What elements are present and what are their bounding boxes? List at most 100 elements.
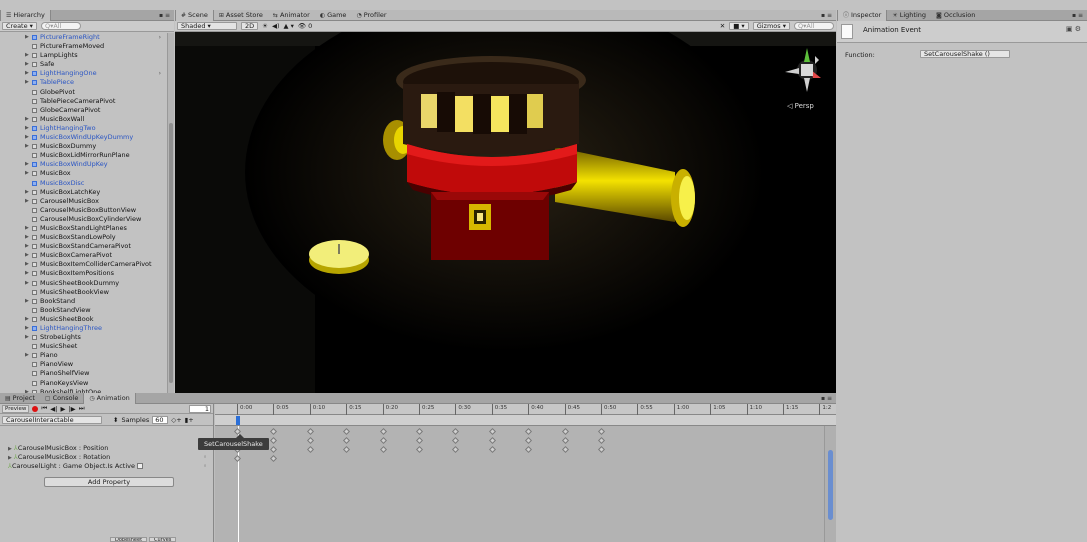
keyframe-diamond[interactable]: [306, 445, 314, 454]
audio-toggle-icon[interactable]: ◀): [272, 22, 280, 30]
hierarchy-item[interactable]: ▶ Piano: [0, 351, 167, 360]
keyframe-diamond[interactable]: [270, 445, 278, 454]
effects-icon[interactable]: ▲ ▾: [284, 22, 294, 30]
hierarchy-item[interactable]: ▶ TablePiece: [0, 78, 167, 87]
hierarchy-item[interactable]: ▶ LightHangingThree: [0, 324, 167, 333]
hierarchy-item[interactable]: ▶ MusicBoxWindUpKeyDummy: [0, 133, 167, 142]
animated-property-row[interactable]: ▶ ⅄CarouselMusicBox : Rotation ◦: [0, 453, 213, 462]
keyframe-diamond[interactable]: [525, 436, 533, 445]
2d-toggle-button[interactable]: 2D: [241, 22, 259, 30]
tab-hierarchy[interactable]: ☰ Hierarchy: [0, 10, 51, 21]
hierarchy-item[interactable]: ▶ MusicBoxCameraPivot: [0, 251, 167, 260]
function-dropdown[interactable]: SetCarouselShake (): [920, 50, 1010, 58]
tab-profiler[interactable]: ◔ Profiler: [351, 10, 391, 21]
expand-arrow-icon[interactable]: ▶: [25, 69, 29, 78]
expand-arrow-icon[interactable]: ▶: [25, 315, 29, 324]
expand-arrow-icon[interactable]: ▶: [25, 160, 29, 169]
keyframe-diamond[interactable]: [597, 436, 606, 445]
hierarchy-item[interactable]: ▶ MusicBoxLatchKey: [0, 188, 167, 197]
hierarchy-item[interactable]: PictureFrameMoved: [0, 42, 167, 51]
hierarchy-item[interactable]: ▶ CarouselMusicBox: [0, 197, 167, 206]
animated-property-row[interactable]: ⅄CarouselLight : Game Object.Is Active ◦: [0, 462, 213, 471]
expand-arrow-icon[interactable]: ▶: [25, 224, 29, 233]
panel-menu-icon[interactable]: ▪ ≡: [821, 395, 836, 402]
add-keyframe-icon[interactable]: ◇+: [171, 416, 181, 424]
expand-arrow-icon[interactable]: ▶: [25, 333, 29, 342]
hierarchy-item[interactable]: MusicBoxDisc: [0, 179, 167, 188]
tab-lighting[interactable]: ☀ Lighting: [887, 10, 931, 21]
tab-dopesheet[interactable]: Dopesheet: [110, 537, 148, 542]
expand-arrow-icon[interactable]: ▶: [25, 115, 29, 124]
hierarchy-item[interactable]: MusicBoxLidMirrorRunPlane: [0, 151, 167, 160]
tab-animator[interactable]: ⇆ Animator: [268, 10, 315, 21]
hierarchy-item[interactable]: CarouselMusicBoxCylinderView: [0, 215, 167, 224]
expand-arrow-icon[interactable]: ▶: [25, 33, 29, 42]
hierarchy-item[interactable]: ▶ MusicBoxStandLowPoly: [0, 233, 167, 242]
expand-arrow-icon[interactable]: ▶: [25, 233, 29, 242]
scrollbar-thumb[interactable]: [169, 123, 173, 383]
tab-scene[interactable]: # Scene: [175, 10, 214, 21]
animation-event-marker[interactable]: [236, 416, 240, 425]
samples-dropdown-arrow[interactable]: ⬍: [113, 416, 118, 424]
record-icon[interactable]: [32, 405, 39, 412]
keyframe-diamond[interactable]: [452, 445, 460, 454]
add-property-button[interactable]: Add Property: [44, 477, 174, 487]
keyframe-diamond[interactable]: [379, 445, 387, 454]
gizmos-dropdown[interactable]: Gizmos ▾: [752, 22, 790, 30]
clip-dropdown[interactable]: CarouselInteractable: [2, 416, 102, 424]
keyframe-diamond[interactable]: [306, 427, 314, 436]
hierarchy-item[interactable]: ▶ MusicBoxWall: [0, 115, 167, 124]
hierarchy-item[interactable]: CarouselMusicBoxButtonView: [0, 206, 167, 215]
dopesheet[interactable]: 0:00 0:05 0:10 0:15 0:20 0:25 0:30 0:35 0:40 0:45…: [215, 404, 836, 542]
hierarchy-item[interactable]: MusicSheet: [0, 342, 167, 351]
active-checkbox[interactable]: [137, 463, 143, 469]
event-row[interactable]: [215, 415, 836, 426]
keyframe-diamond[interactable]: [379, 436, 387, 445]
tab-occlusion[interactable]: ◙ Occlusion: [931, 10, 980, 21]
keyframe-diamond[interactable]: [270, 427, 278, 436]
keyframe-diamond[interactable]: [488, 427, 496, 436]
scene-viewport[interactable]: ◁ Persp: [175, 32, 836, 393]
hierarchy-item[interactable]: MusicSheetBookView: [0, 288, 167, 297]
hierarchy-item[interactable]: ▶ Safe: [0, 60, 167, 69]
expand-arrow-icon[interactable]: ▶: [25, 269, 29, 278]
keyframe-diamond[interactable]: [343, 436, 351, 445]
hierarchy-item[interactable]: GlobeCameraPivot: [0, 106, 167, 115]
expand-arrow-icon[interactable]: ▶: [25, 242, 29, 251]
tab-asset-store[interactable]: ⊞ Asset Store: [214, 10, 268, 21]
samples-input[interactable]: 60: [152, 416, 169, 424]
expand-arrow-icon[interactable]: ▶: [25, 197, 29, 206]
chevron-right-icon[interactable]: ›: [159, 69, 161, 78]
hierarchy-item[interactable]: ▶ BookStand: [0, 297, 167, 306]
hierarchy-item[interactable]: TablePieceCameraPivot: [0, 97, 167, 106]
expand-arrow-icon[interactable]: ▶: [25, 324, 29, 333]
keyframe-diamond[interactable]: [343, 427, 351, 436]
tab-project[interactable]: ▤ Project: [0, 393, 40, 404]
tab-console[interactable]: ▢ Console: [40, 393, 83, 404]
tools-icon[interactable]: ✕: [720, 22, 725, 30]
last-key-icon[interactable]: ⏭: [79, 404, 85, 413]
keyframe-area[interactable]: [215, 426, 824, 542]
hierarchy-item[interactable]: PianoKeysView: [0, 379, 167, 388]
keyframe-diamond[interactable]: [597, 427, 606, 436]
play-icon[interactable]: ▶: [60, 405, 65, 413]
expand-arrow-icon[interactable]: ▶: [25, 188, 29, 197]
expand-arrow-icon[interactable]: ▶: [25, 260, 29, 269]
keyframe-diamond[interactable]: [452, 436, 460, 445]
expand-arrow-icon[interactable]: ▶: [8, 446, 12, 452]
keyframe-diamond[interactable]: [233, 454, 242, 463]
scrollbar-thumb[interactable]: [828, 450, 833, 520]
hierarchy-item[interactable]: PianoView: [0, 360, 167, 369]
expand-arrow-icon[interactable]: ▶: [25, 169, 29, 178]
hierarchy-item[interactable]: ▶ StrobeLights: [0, 333, 167, 342]
property-options-icon[interactable]: ◦: [203, 462, 207, 471]
tab-animation[interactable]: ◷ Animation: [83, 393, 136, 404]
expand-arrow-icon[interactable]: ▶: [25, 279, 29, 288]
preview-button[interactable]: Preview: [2, 404, 30, 413]
keyframe-diamond[interactable]: [597, 445, 606, 454]
expand-arrow-icon[interactable]: ▶: [25, 78, 29, 87]
prev-key-icon[interactable]: ◀|: [50, 405, 57, 413]
keyframe-diamond[interactable]: [306, 436, 314, 445]
keyframe-diamond[interactable]: [379, 427, 387, 436]
hierarchy-item[interactable]: PianoShelfView: [0, 369, 167, 378]
